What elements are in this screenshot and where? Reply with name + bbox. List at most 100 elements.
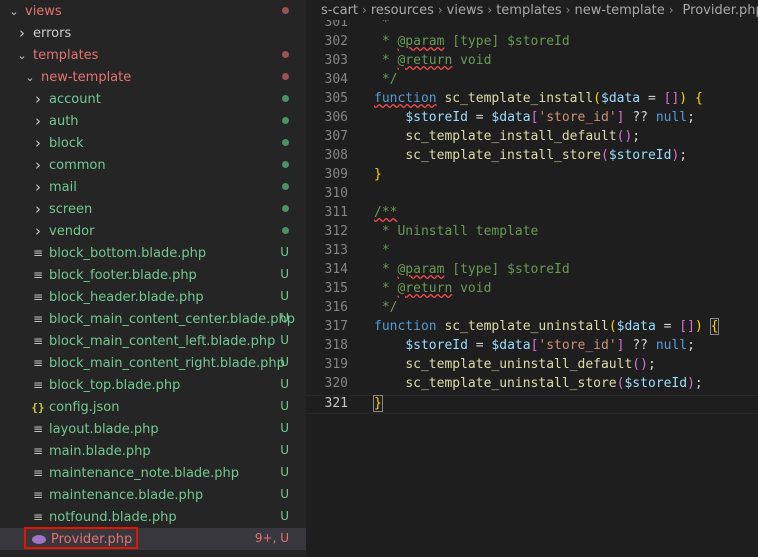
code-line[interactable]: 302 * @param [type] $storeId bbox=[306, 34, 758, 53]
code-token: ( bbox=[608, 319, 617, 334]
code-text: */ bbox=[374, 300, 398, 315]
tree-item-label: block_main_content_left.blade.php bbox=[49, 333, 276, 349]
tree-item-label: layout.blade.php bbox=[49, 421, 159, 437]
code-line[interactable]: 321} bbox=[306, 395, 758, 414]
code-editor[interactable]: s-cart › resources › views › templates › new-tem… bbox=[306, 0, 758, 557]
code-line[interactable]: 320 sc_template_uninstall_store($storeId… bbox=[306, 376, 758, 395]
git-status-badge: U bbox=[280, 421, 289, 435]
git-status-badge: U bbox=[280, 245, 289, 259]
code-line[interactable]: 309} bbox=[306, 167, 758, 186]
tree-item-label: vendor bbox=[49, 223, 95, 239]
code-token: [type] $storeId bbox=[444, 34, 570, 49]
breadcrumb-file[interactable]: Provider.php bbox=[683, 3, 758, 18]
breadcrumb-item[interactable]: templates bbox=[496, 3, 561, 18]
breadcrumb-item[interactable]: new-template bbox=[574, 3, 664, 18]
breadcrumb-item[interactable]: s-cart bbox=[321, 3, 358, 18]
code-token: = bbox=[467, 338, 492, 353]
code-token: * bbox=[374, 262, 398, 277]
tree-file-block-main-content-left-blade-php[interactable]: ≡ block_main_content_left.blade.php U bbox=[0, 330, 306, 352]
code-line[interactable]: 318 $storeId = $data['store_id'] ?? null… bbox=[306, 338, 758, 357]
git-status-badge: 9+, U bbox=[254, 531, 289, 545]
code-line[interactable]: 314 * @param [type] $storeId bbox=[306, 262, 758, 281]
tree-folder-common[interactable]: › common bbox=[0, 154, 306, 176]
code-text: sc_template_install_default(); bbox=[374, 129, 640, 144]
code-line[interactable]: 304 */ bbox=[306, 72, 758, 91]
tree-folder-account[interactable]: › account bbox=[0, 88, 306, 110]
git-status-dot bbox=[282, 161, 289, 168]
tree-file-layout-blade-php[interactable]: ≡ layout.blade.php U bbox=[0, 418, 306, 440]
code-token: sc_template_uninstall_default bbox=[405, 357, 633, 372]
tree-file-block-footer-blade-php[interactable]: ≡ block_footer.blade.php U bbox=[0, 264, 306, 286]
code-token: * Uninstall template bbox=[374, 224, 539, 239]
code-text: sc_template_uninstall_store($storeId); bbox=[374, 376, 702, 391]
code-line[interactable]: 317 function sc_template_uninstall($data … bbox=[306, 318, 758, 338]
git-status-dot bbox=[282, 51, 289, 58]
code-token: $data bbox=[491, 338, 531, 353]
code-text: sc_template_uninstall_default(); bbox=[374, 357, 655, 372]
tree-file-block-main-content-center-blade-php[interactable]: ≡ block_main_content_center.blade.php U bbox=[0, 308, 306, 330]
git-status-badge: U bbox=[280, 487, 289, 501]
code-token: */ bbox=[374, 300, 398, 315]
git-status-badge: U bbox=[280, 311, 289, 325]
tree-folder-mail[interactable]: › mail bbox=[0, 176, 306, 198]
code-line[interactable]: 306 $storeId = $data['store_id'] ?? null… bbox=[306, 110, 758, 129]
code-token: ?? bbox=[624, 110, 656, 125]
code-line[interactable]: 308 sc_template_install_store($storeId); bbox=[306, 148, 758, 167]
tree-item-label: main.blade.php bbox=[49, 443, 151, 459]
code-line[interactable]: 316 */ bbox=[306, 300, 758, 319]
tree-file-block-top-blade-php[interactable]: ≡ block_top.blade.php U bbox=[0, 374, 306, 396]
code-token: [] bbox=[663, 91, 680, 106]
tree-file-maintenance-note-blade-php[interactable]: ≡ maintenance_note.blade.php U bbox=[0, 462, 306, 484]
code-token: [type] $storeId bbox=[444, 262, 570, 277]
git-status-badge: U bbox=[280, 377, 289, 391]
tree-folder-views[interactable]: ⌄ views bbox=[0, 0, 306, 22]
breadcrumb: s-cart › resources › views › templates › new-tem… bbox=[306, 0, 758, 20]
tree-folder-block[interactable]: › block bbox=[0, 132, 306, 154]
tree-folder-auth[interactable]: › auth bbox=[0, 110, 306, 132]
code-line[interactable]: 313 * bbox=[306, 243, 758, 262]
code-line[interactable]: 303 * @return void bbox=[306, 53, 758, 72]
tree-item-label: new-template bbox=[41, 69, 132, 85]
breadcrumb-item[interactable]: views bbox=[447, 3, 484, 18]
code-line[interactable]: 311 /** bbox=[306, 205, 758, 224]
tree-folder-templates[interactable]: ⌄ templates bbox=[0, 44, 306, 66]
code-text: $storeId = $data['store_id'] ?? null; bbox=[374, 110, 695, 125]
code-line[interactable]: 305 function sc_template_install($data = … bbox=[306, 91, 758, 110]
tree-file-block-header-blade-php[interactable]: ≡ block_header.blade.php U bbox=[0, 286, 306, 308]
code-token: sc_template_uninstall_store bbox=[405, 376, 617, 391]
code-token: } bbox=[374, 167, 382, 182]
code-line[interactable]: 310 bbox=[306, 186, 758, 205]
tree-folder-errors[interactable]: › errors bbox=[0, 22, 306, 44]
code-token: sc_template_install bbox=[444, 91, 594, 106]
code-line[interactable]: 307 sc_template_install_default(); bbox=[306, 129, 758, 148]
code-line[interactable]: 312 * Uninstall template bbox=[306, 224, 758, 243]
tree-file-main-blade-php[interactable]: ≡ main.blade.php U bbox=[0, 440, 306, 462]
line-number: 316 bbox=[324, 300, 348, 315]
code-line[interactable]: 319 sc_template_uninstall_default(); bbox=[306, 357, 758, 376]
chevron-down-icon: ⌄ bbox=[9, 4, 19, 18]
code-token: void bbox=[452, 281, 492, 296]
code-token: $storeId bbox=[608, 148, 672, 163]
tree-file-block-main-content-right-blade-php[interactable]: ≡ block_main_content_right.blade.php U bbox=[0, 352, 306, 374]
code-token: ] bbox=[616, 338, 625, 353]
tree-file-maintenance-blade-php[interactable]: ≡ maintenance.blade.php U bbox=[0, 484, 306, 506]
tree-file-config-json[interactable]: {} config.json U bbox=[0, 396, 306, 418]
tree-file-notfound-blade-php[interactable]: ≡ notfound.blade.php U bbox=[0, 506, 306, 528]
blade-file-icon: ≡ bbox=[32, 466, 44, 480]
code-token: ; bbox=[632, 129, 641, 144]
tree-folder-screen[interactable]: › screen bbox=[0, 198, 306, 220]
code-line[interactable]: 315 * @return void bbox=[306, 281, 758, 300]
tree-folder-new-template[interactable]: ⌄ new-template bbox=[0, 66, 306, 88]
tree-item-label: templates bbox=[33, 47, 99, 63]
code-token: void bbox=[452, 53, 492, 68]
code-text: $storeId = $data['store_id'] ?? null; bbox=[374, 338, 695, 353]
git-status-badge: U bbox=[280, 355, 289, 369]
tree-item-label: block_header.blade.php bbox=[49, 289, 204, 305]
code-token: 'store_id' bbox=[538, 338, 617, 353]
code-token: sc_template_uninstall bbox=[444, 319, 609, 334]
tree-file-block-bottom-blade-php[interactable]: ≡ block_bottom.blade.php U bbox=[0, 242, 306, 264]
breadcrumb-item[interactable]: resources bbox=[371, 3, 434, 18]
tree-folder-vendor[interactable]: › vendor bbox=[0, 220, 306, 242]
